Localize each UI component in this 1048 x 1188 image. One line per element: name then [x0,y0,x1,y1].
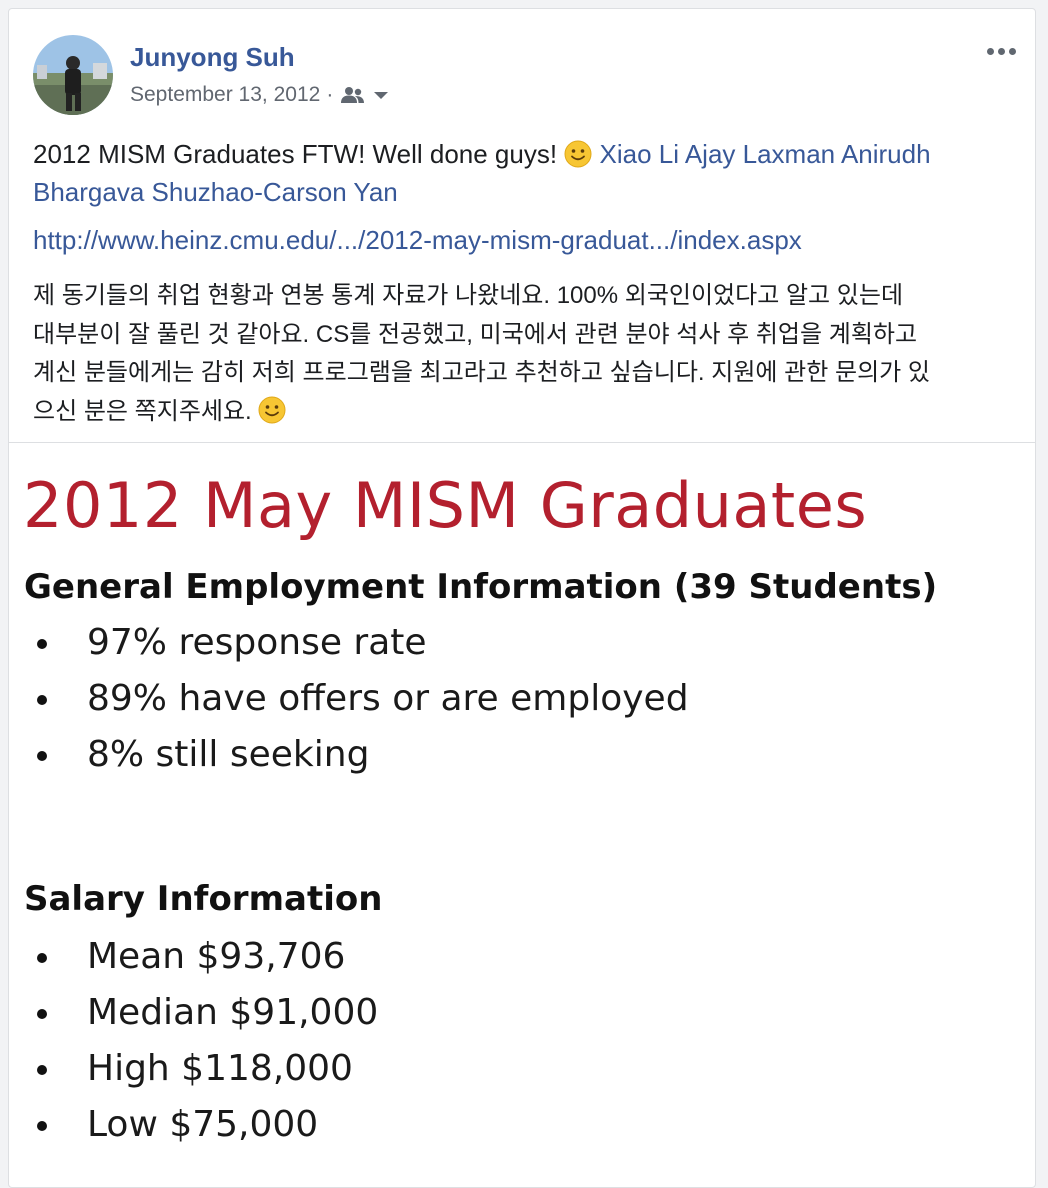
korean-line-text: 으신 분은 쪽지주세요. [33,397,252,425]
post-korean-text: 제 동기들의 취업 현황과 연봉 통계 자료가 나왔네요. 100% 외국인이었… [33,277,1033,431]
smiley-icon [564,140,592,168]
tag-ajay-laxman[interactable]: Ajay Laxman [685,139,835,169]
smiley-icon [258,396,286,423]
post-link[interactable]: http://www.heinz.cmu.edu/.../2012-may-mi… [33,221,802,259]
more-options-icon[interactable] [981,39,1021,63]
post-card: Junyong Suh September 13, 2012 · 2012 MI… [8,8,1036,1188]
korean-line-last: 으신 분은 쪽지주세요. [33,393,1033,432]
post-meta: September 13, 2012 · [130,83,391,107]
tag-shuzhao-carson-yan[interactable]: Shuzhao-Carson Yan [152,177,398,207]
salary-heading: Salary Information [24,879,383,919]
korean-line: 대부분이 잘 풀린 것 같아요. CS를 전공했고, 미국에서 관련 분야 석사… [33,320,918,348]
image-title: 2012 May MISM Graduates [23,469,868,542]
avatar[interactable] [33,35,113,115]
korean-line: 계신 분들에게는 감히 저희 프로그램을 최고라고 추천하고 싶습니다. 지원에… [33,359,930,386]
post-text-content: 2012 MISM Graduates FTW! Well done guys! [33,139,558,169]
list-item: High $118,000 [31,1041,378,1097]
list-item: Low $75,000 [31,1097,378,1153]
post-image[interactable]: 2012 May MISM Graduates General Employme… [9,443,1035,1183]
friends-icon [341,87,365,103]
author-name[interactable]: Junyong Suh [130,42,295,73]
post-header: Junyong Suh September 13, 2012 · [9,9,1035,129]
salary-list: Mean $93,706 Median $91,000 High $118,00… [31,929,378,1153]
meta-separator: · [326,83,334,106]
list-item: 8% still seeking [31,727,689,783]
list-item: Median $91,000 [31,985,378,1041]
audience-selector[interactable] [341,86,391,104]
chevron-down-icon [374,92,389,99]
list-item: 89% have offers or are employed [31,671,689,727]
post-text: 2012 MISM Graduates FTW! Well done guys!… [33,135,1023,211]
tag-xiao-li[interactable]: Xiao Li [600,139,680,169]
post-date[interactable]: September 13, 2012 [130,83,320,107]
list-item: 97% response rate [31,615,689,671]
list-item: Mean $93,706 [31,929,378,985]
employment-heading: General Employment Information (39 Stude… [24,567,938,607]
employment-list: 97% response rate 89% have offers or are… [31,615,689,783]
korean-line: 제 동기들의 취업 현황과 연봉 통계 자료가 나왔네요. 100% 외국인이었… [33,282,904,309]
